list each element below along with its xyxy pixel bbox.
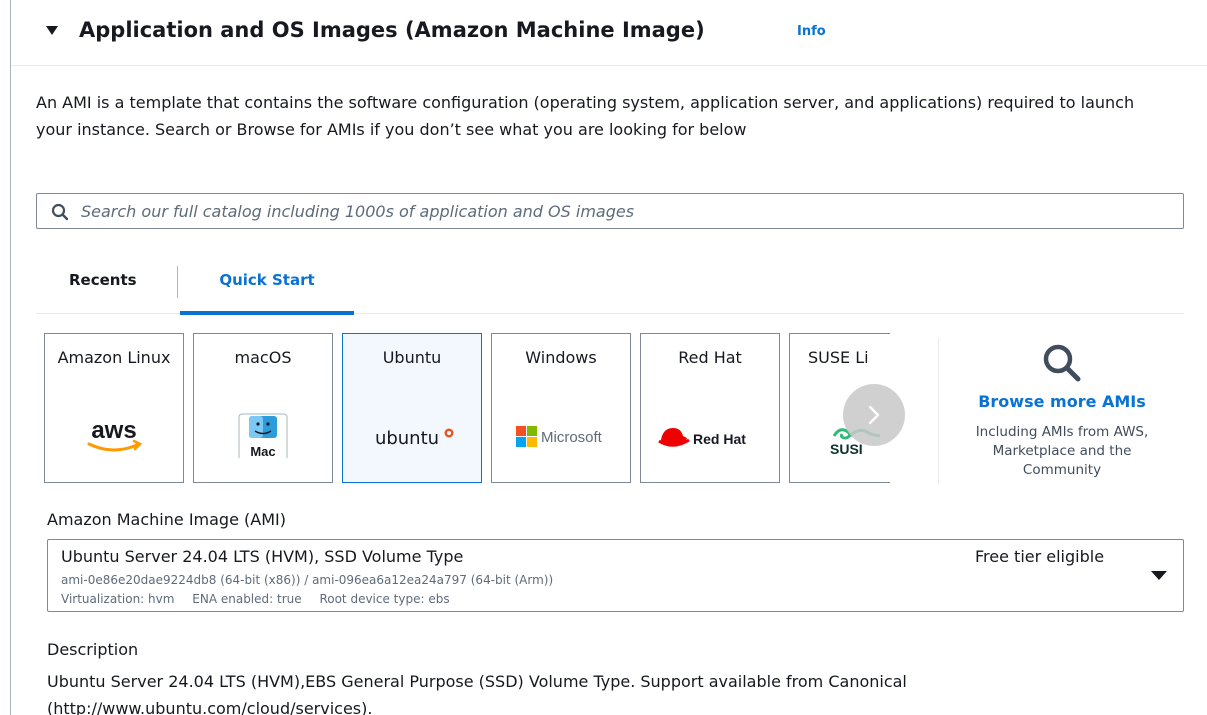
description-label: Description (47, 640, 139, 659)
active-tab-indicator (180, 311, 354, 315)
browse-more-amis-block: Browse more AMIs Including AMIs from AWS… (948, 336, 1176, 486)
tab-quick-start[interactable]: Quick Start (180, 258, 354, 315)
ami-search-box[interactable] (36, 193, 1184, 229)
ami-ena: ENA enabled: true (192, 592, 302, 606)
ami-meta: Virtualization: hvm ENA enabled: true Ro… (61, 592, 464, 606)
tile-label: Amazon Linux (57, 348, 171, 367)
free-tier-badge: Free tier eligible (975, 547, 1105, 566)
ami-virtualization: Virtualization: hvm (61, 592, 175, 606)
ami-tile-amazon-linux[interactable]: Amazon Linux aws (44, 333, 184, 483)
tile-label: SUSE Li (808, 348, 869, 367)
ami-tabs: Recents Quick Start (36, 258, 1184, 315)
browse-divider (938, 338, 939, 484)
tile-label: Windows (525, 348, 597, 367)
microsoft-logo-icon: Microsoft (516, 426, 603, 447)
tab-recents[interactable]: Recents (69, 258, 137, 314)
ami-tile-windows[interactable]: Windows Microsoft (491, 333, 631, 483)
mac-finder-icon: Mac (238, 413, 288, 458)
description-text: Ubuntu Server 24.04 LTS (HVM),EBS Genera… (47, 672, 907, 715)
ami-ids: ami-0e86e20dae9224db8 (64-bit (x86)) / a… (61, 573, 554, 587)
carousel-next-button[interactable] (843, 384, 905, 446)
tile-label: macOS (234, 348, 292, 367)
ami-tile-ubuntu[interactable]: Ubuntu ubuntu (342, 333, 482, 483)
aws-logo-text: aws (91, 417, 136, 444)
search-icon (51, 203, 69, 221)
ami-tile-red-hat[interactable]: Red Hat Red Hat (640, 333, 780, 483)
ubuntu-logo-icon: ubuntu (375, 428, 454, 449)
ami-tile-macos[interactable]: macOS Mac (193, 333, 333, 483)
ami-root-device: Root device type: ebs (319, 592, 450, 606)
section-intro: An AMI is a template that contains the s… (36, 93, 1135, 139)
microsoft-logo-text: Microsoft (541, 429, 603, 446)
ami-select-dropdown[interactable]: Ubuntu Server 24.04 LTS (HVM), SSD Volum… (47, 539, 1184, 612)
browse-subtitle: Including AMIs from AWS, Marketplace and… (975, 424, 1149, 478)
redhat-logo-text: Red Hat (693, 431, 746, 447)
collapse-caret-icon[interactable] (46, 26, 58, 35)
tab-quick-start-label: Quick Start (219, 271, 315, 289)
chevron-right-icon (868, 405, 880, 425)
ami-select-label: Amazon Machine Image (AMI) (47, 510, 286, 529)
redhat-logo-icon: Red Hat (658, 428, 746, 447)
section-title: Application and OS Images (Amazon Machin… (79, 18, 705, 42)
section-header: Application and OS Images (Amazon Machin… (11, 0, 1207, 66)
ami-name: Ubuntu Server 24.04 LTS (HVM), SSD Volum… (61, 547, 464, 566)
mac-logo-text: Mac (250, 444, 275, 458)
tab-divider (177, 266, 178, 298)
tile-label: Ubuntu (382, 348, 442, 367)
info-link[interactable]: Info (797, 24, 826, 39)
caret-down-icon (1151, 571, 1167, 580)
suse-logo-text: SUSI (830, 441, 863, 457)
search-input[interactable] (81, 196, 1171, 226)
browse-more-amis-link[interactable]: Browse more AMIs (948, 392, 1176, 411)
ami-tile-carousel: Amazon Linux aws macOS Mac Ubuntu ubuntu… (44, 333, 890, 485)
aws-logo-icon: aws (87, 417, 143, 452)
tile-label: Red Hat (678, 348, 742, 367)
ubuntu-logo-text: ubuntu (375, 428, 439, 449)
search-icon (1043, 344, 1081, 382)
